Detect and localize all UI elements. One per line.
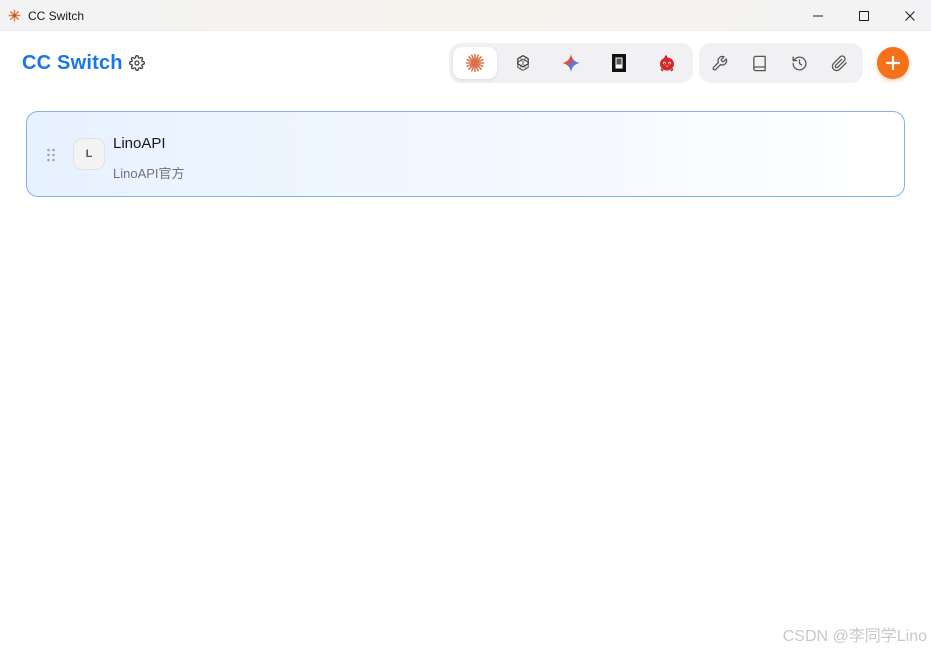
app-tab-red-bird[interactable] (645, 47, 689, 79)
app-tab-claude[interactable] (453, 47, 497, 79)
red-bird-icon (660, 54, 674, 72)
maximize-button[interactable] (841, 0, 887, 31)
tools-button[interactable] (701, 47, 737, 79)
close-button[interactable] (887, 0, 931, 31)
openai-icon (517, 55, 529, 71)
app-logo-icon (8, 9, 21, 22)
paperclip-icon (831, 54, 847, 71)
claude-icon (465, 53, 485, 73)
wrench-icon (712, 55, 727, 70)
watermark: CSDN @李同学Lino (782, 628, 927, 645)
toolbar (699, 43, 863, 83)
app-tab-gemini[interactable] (549, 47, 593, 79)
provider-name: LinoAPI (113, 135, 166, 152)
app-tab-openai[interactable] (501, 47, 545, 79)
app-tab-opencode[interactable] (597, 47, 641, 79)
app-switcher (449, 43, 693, 83)
docs-button[interactable] (741, 47, 777, 79)
book-icon (752, 55, 766, 71)
add-provider-button[interactable] (877, 47, 909, 79)
opencode-icon (612, 54, 626, 72)
provider-card[interactable]: L LinoAPI LinoAPI官方 (26, 111, 905, 197)
history-button[interactable] (781, 47, 817, 79)
provider-description: LinoAPI官方 (113, 166, 185, 181)
window-title: CC Switch (28, 9, 85, 23)
provider-avatar: L (73, 138, 105, 170)
gemini-icon (562, 54, 580, 72)
attachments-button[interactable] (821, 47, 857, 79)
minimize-icon (813, 15, 823, 16)
window-titlebar: CC Switch (0, 0, 931, 31)
history-icon (791, 55, 806, 71)
minimize-button[interactable] (795, 0, 841, 31)
drag-handle-icon[interactable] (46, 148, 56, 162)
plus-icon (885, 55, 901, 71)
settings-button[interactable] (126, 52, 148, 74)
brand-title: CC Switch (22, 52, 123, 74)
gear-icon (129, 55, 145, 71)
close-icon (905, 10, 915, 21)
maximize-icon (859, 10, 869, 21)
